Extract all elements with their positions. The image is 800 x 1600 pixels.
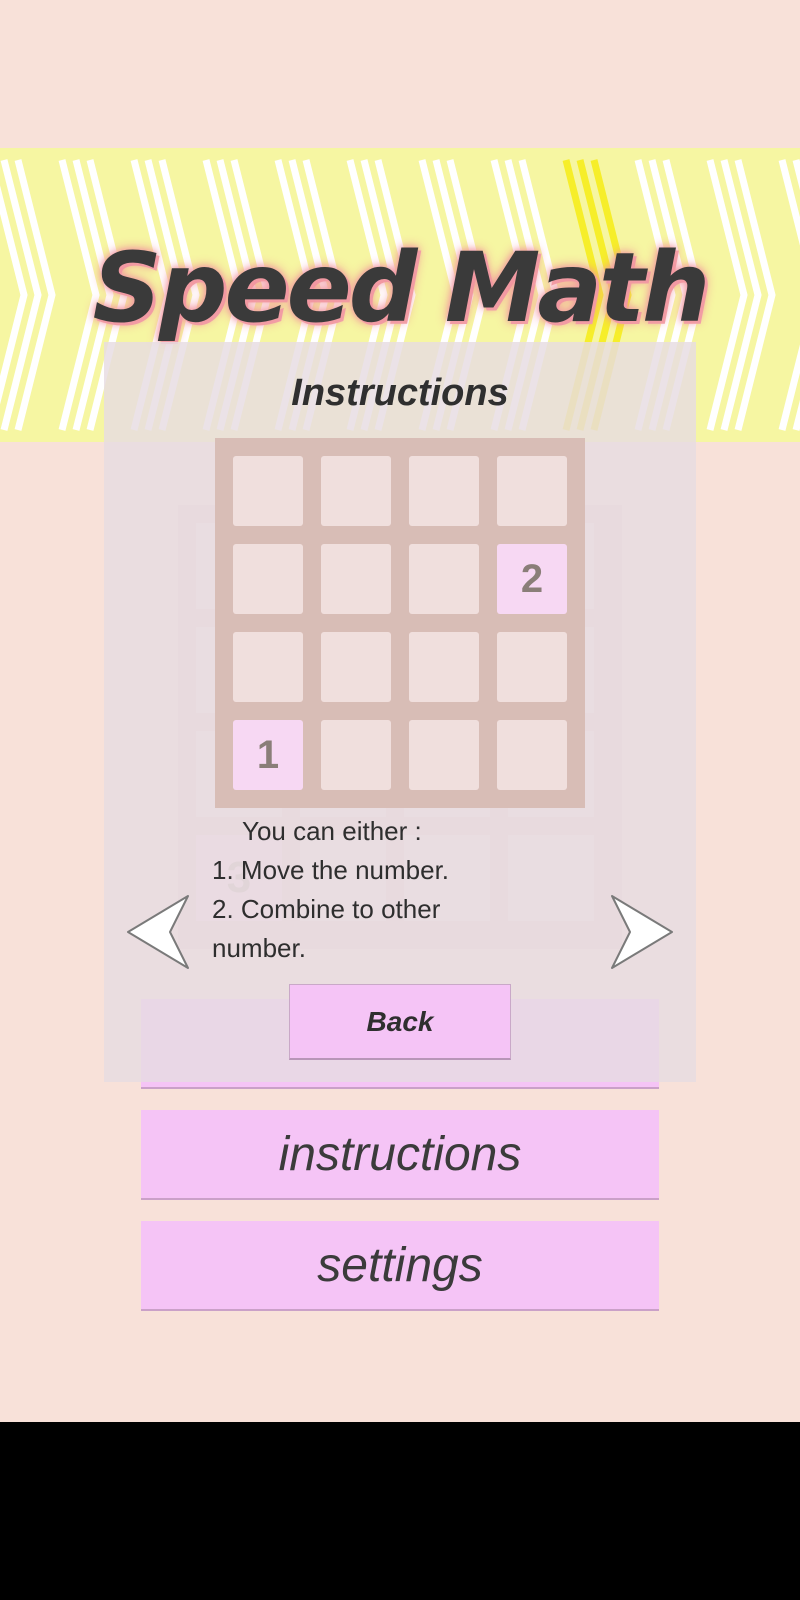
next-page-button[interactable] (610, 894, 674, 970)
instruction-line: 2. Combine to other (212, 894, 441, 924)
number-tile: 2 (497, 544, 567, 614)
board-tile (233, 632, 303, 702)
demo-game-board: 21 (215, 438, 585, 808)
board-tile (233, 456, 303, 526)
chevron-left-icon (127, 895, 189, 969)
instructions-text: You can either : 1. Move the number. 2. … (212, 812, 592, 968)
settings-button[interactable]: settings (141, 1221, 659, 1311)
previous-page-button[interactable] (126, 894, 190, 970)
instructions-heading: Instructions (291, 372, 509, 414)
number-tile: 1 (233, 720, 303, 790)
chevron-right-icon (611, 895, 673, 969)
board-tile (409, 456, 479, 526)
instruction-line: You can either : (242, 816, 422, 846)
board-tile (233, 544, 303, 614)
navigation-bar-area (0, 1422, 800, 1600)
board-tile (497, 720, 567, 790)
board-tile (497, 632, 567, 702)
instruction-line: 1. Move the number. (212, 855, 450, 885)
back-button[interactable]: Back (289, 984, 511, 1060)
board-tile (321, 456, 391, 526)
app-title: Speed Math (92, 232, 711, 344)
board-tile (409, 720, 479, 790)
instructions-button[interactable]: instructions (141, 1110, 659, 1200)
instructions-dialog: Instructions 21 You can either : 1. Move… (104, 342, 696, 1082)
board-tile (409, 544, 479, 614)
board-tile (321, 720, 391, 790)
instruction-line: number. (212, 933, 306, 963)
board-tile (409, 632, 479, 702)
board-tile (497, 456, 567, 526)
board-tile (321, 632, 391, 702)
board-tile (321, 544, 391, 614)
